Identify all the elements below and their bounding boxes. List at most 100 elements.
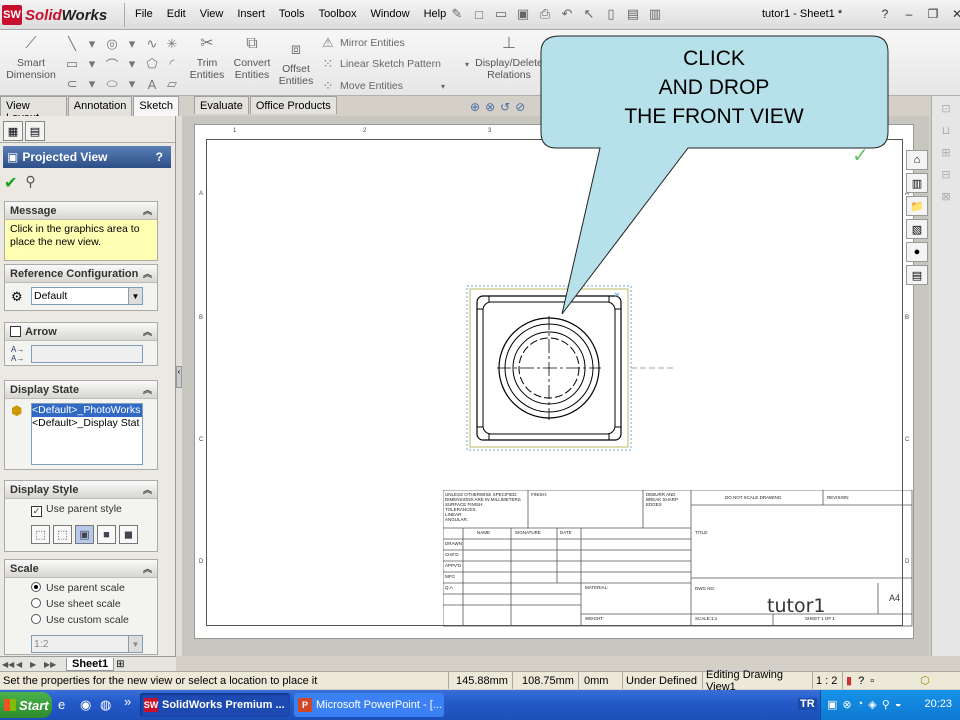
file-explorer-icon[interactable]: 📁 — [906, 196, 928, 216]
chevron-down-icon[interactable]: ▼ — [128, 288, 142, 304]
reference-configuration-header[interactable]: Reference Configuration ︽ — [5, 265, 157, 283]
feature-manager-tab-icon[interactable]: ▦ — [3, 121, 23, 141]
taskbar-solidworks[interactable]: SW SolidWorks Premium ... — [140, 693, 290, 717]
taskbar-powerpoint[interactable]: P Microsoft PowerPoint - [... — [294, 693, 444, 717]
graphics-area[interactable]: 1 2 3 4 A B C D A B C D UNLESS OTHERWISE… — [182, 116, 929, 656]
use-custom-scale-option[interactable]: Use custom scale — [31, 614, 129, 626]
shaded-with-edges-icon[interactable]: ■ — [97, 525, 116, 544]
last-sheet-icon[interactable]: ▶▶ — [44, 660, 56, 669]
use-parent-scale-option[interactable]: Use parent scale — [31, 582, 125, 594]
solidworks-resources-icon[interactable]: ⌂ — [906, 150, 928, 170]
zoom-to-fit-icon[interactable]: ⊕ — [470, 100, 480, 114]
move-entities-button[interactable]: ⁘ Move Entities ▾ — [320, 78, 446, 94]
line-dropdown-icon[interactable]: ▾ — [82, 34, 102, 54]
menu-file[interactable]: File — [128, 8, 160, 20]
status-scale[interactable]: 1 : 2 — [812, 672, 842, 689]
tab-view-layout[interactable]: View Layout — [0, 96, 67, 124]
move-dropdown-icon[interactable]: ▾ — [441, 82, 445, 91]
tooltip-status-icon[interactable]: ▫ — [870, 675, 874, 687]
text-icon[interactable]: A — [142, 74, 162, 94]
first-sheet-icon[interactable]: ◀◀ — [2, 660, 14, 669]
use-parent-style-option[interactable]: ✓ Use parent style — [31, 503, 122, 517]
view-palette-icon[interactable]: ▧ — [906, 219, 928, 239]
help-icon[interactable]: ? — [876, 5, 894, 23]
ellipse-dropdown-icon[interactable]: ▾ — [122, 74, 142, 94]
arrow-checkbox[interactable] — [10, 326, 21, 337]
fillet-icon[interactable]: ◜ — [162, 54, 182, 74]
help-icon[interactable]: ? — [156, 150, 163, 164]
search-icon[interactable]: ⚲ — [882, 698, 890, 711]
network-icon[interactable]: ▣ — [827, 698, 837, 711]
sheet-tab[interactable]: Sheet1 — [66, 657, 115, 671]
previous-sheet-icon[interactable]: ◀ — [16, 660, 28, 669]
restore-icon[interactable]: ❐ — [924, 5, 942, 23]
volume-icon[interactable]: ◈ — [868, 698, 876, 711]
wireframe-icon[interactable]: ⬚ — [31, 525, 50, 544]
internet-explorer-icon[interactable]: e — [58, 697, 65, 712]
line-icon[interactable]: ╲ — [62, 34, 82, 54]
layer-strip-icon[interactable]: ⊠ — [938, 190, 954, 206]
appearances-icon[interactable]: ● — [906, 242, 928, 262]
arrow-label-input[interactable] — [31, 345, 143, 363]
scale-header[interactable]: Scale ︽ — [5, 560, 157, 578]
quick-launch-more-icon[interactable]: » — [124, 694, 131, 709]
pattern-dropdown-icon[interactable]: ▾ — [465, 60, 469, 69]
undo-icon[interactable]: ↶ — [558, 5, 576, 23]
rebuild-icon[interactable]: ▯ — [602, 5, 620, 23]
start-button[interactable]: Start — [0, 692, 52, 718]
view-palette-icon[interactable]: ⊡ — [938, 102, 954, 118]
display-delete-relations-button[interactable]: ⊥ Display/Delete Relations — [474, 34, 544, 81]
display-style-header[interactable]: Display Style ︽ — [5, 481, 157, 499]
rebuild-status-icon[interactable]: ▮ — [846, 674, 852, 687]
display-state-header[interactable]: Display State ︽ — [5, 381, 157, 399]
tab-evaluate[interactable]: Evaluate — [194, 96, 249, 114]
radio-button[interactable] — [31, 598, 41, 608]
arc-icon[interactable]: ⌒ — [102, 54, 122, 74]
arrow-header[interactable]: Arrow ︽ — [5, 323, 157, 341]
radio-button[interactable] — [31, 582, 41, 592]
custom-properties-icon[interactable]: ▤ — [906, 265, 928, 285]
file-properties-icon[interactable]: ▤ — [624, 5, 642, 23]
circle-dropdown-icon[interactable]: ▾ — [122, 34, 142, 54]
confirmation-corner-check-icon[interactable]: ✓ — [852, 143, 869, 168]
linear-sketch-pattern-button[interactable]: ⁙ Linear Sketch Pattern ▾ — [320, 56, 469, 72]
notification-icon[interactable]: ⬡ — [920, 674, 930, 687]
mirror-entities-button[interactable]: ⚠ Mirror Entities — [320, 35, 405, 51]
collapse-chevron-icon[interactable]: ︽ — [143, 325, 152, 338]
slot-icon[interactable]: ⊂ — [62, 74, 82, 94]
ellipse-icon[interactable]: ⬭ — [102, 74, 122, 94]
custom-scale-select[interactable]: 1:2 ▼ — [31, 635, 143, 653]
drawing-sheet[interactable]: 1 2 3 4 A B C D A B C D UNLESS OTHERWISE… — [194, 124, 914, 639]
menu-view[interactable]: View — [193, 8, 231, 20]
rectangle-icon[interactable]: ▭ — [62, 54, 82, 74]
display-state-item[interactable]: <Default>_Display Stat — [32, 417, 142, 430]
chevron-down-icon[interactable]: ▼ — [128, 636, 142, 652]
open-folder-icon[interactable]: ▭ — [492, 5, 510, 23]
collapse-chevron-icon[interactable]: ︽ — [143, 204, 152, 217]
rebuild-strip-icon[interactable]: ⊔ — [938, 124, 954, 140]
select-arrow-icon[interactable]: ↖ — [580, 5, 598, 23]
drawing-view-1[interactable] — [465, 285, 685, 455]
tab-office-products[interactable]: Office Products — [249, 96, 337, 114]
next-sheet-icon[interactable]: ▶ — [30, 660, 42, 669]
circle-icon[interactable]: ◎ — [102, 34, 122, 54]
trim-entities-button[interactable]: ✂ Trim Entities — [186, 34, 228, 81]
tab-annotation[interactable]: Annotation — [67, 96, 133, 116]
save-icon[interactable]: ▣ — [514, 5, 532, 23]
pin-icon[interactable]: ✎ — [448, 5, 466, 23]
point-icon[interactable]: ✳ — [162, 34, 182, 54]
section-view-icon[interactable]: ⊘ — [515, 100, 525, 114]
sync-icon[interactable]: ◒ — [895, 698, 902, 711]
zoom-area-icon[interactable]: ⊗ — [485, 100, 495, 114]
offset-entities-button[interactable]: ⧈ Offset Entities — [276, 40, 316, 87]
smart-dimension-button[interactable]: ⟋ Smart Dimension — [4, 34, 58, 81]
hidden-lines-removed-icon[interactable]: ▣ — [75, 525, 94, 544]
polygon-icon[interactable]: ⬠ — [142, 54, 162, 74]
menu-tools[interactable]: Tools — [272, 8, 312, 20]
menu-edit[interactable]: Edit — [160, 8, 193, 20]
firefox-icon[interactable]: ◍ — [100, 697, 111, 713]
radio-button[interactable] — [31, 614, 41, 624]
convert-entities-button[interactable]: ⧉ Convert Entities — [230, 34, 274, 81]
shaded-icon[interactable]: ◼ — [119, 525, 138, 544]
zoom-strip-icon[interactable]: ⊟ — [938, 168, 954, 184]
